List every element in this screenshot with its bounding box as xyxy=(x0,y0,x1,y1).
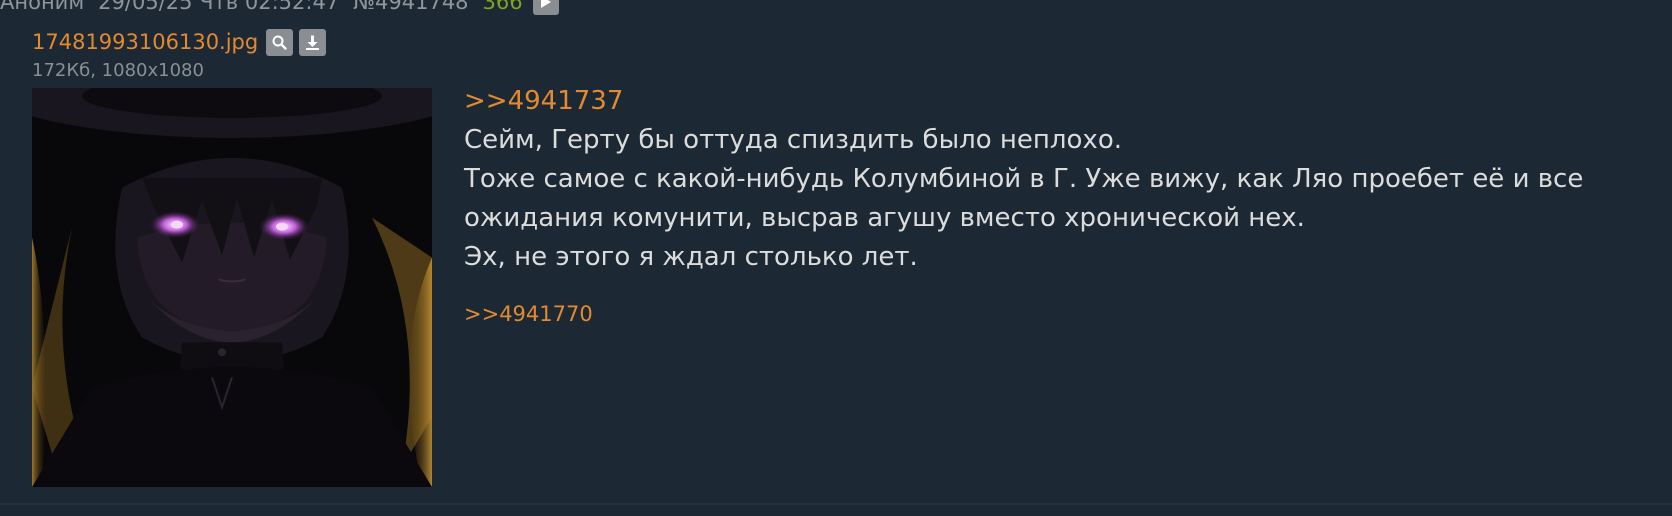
file-name-link[interactable]: 17481993106130.jpg xyxy=(32,30,258,54)
post-divider xyxy=(0,503,1672,505)
post-message: >>4941737 Сейм, Герту бы оттуда спиздить… xyxy=(464,82,1654,329)
backlink[interactable]: >>4941770 xyxy=(464,302,593,326)
message-line: Тоже самое с какой-нибудь Колумбиной в Г… xyxy=(464,164,1584,233)
post-reply-index: 366 xyxy=(482,0,523,14)
play-icon xyxy=(540,0,551,8)
backlinks: >>4941770 xyxy=(464,299,1654,329)
post-header: Аноним 29/05/25 Чтв 02:52:47 №4941748 36… xyxy=(0,0,559,16)
file-row: 17481993106130.jpg xyxy=(32,27,332,57)
anime-girl-illustration xyxy=(32,88,432,487)
search-icon xyxy=(272,35,287,50)
post-number[interactable]: №4941748 xyxy=(353,0,468,14)
file-meta: 172Кб, 1080x1080 xyxy=(32,60,204,81)
download-button[interactable] xyxy=(299,28,327,56)
message-line: Эх, не этого я ждал столько лет. xyxy=(464,242,918,272)
download-icon xyxy=(306,35,320,50)
message-line: Сейм, Герту бы оттуда спиздить было непл… xyxy=(464,125,1122,155)
image-search-button[interactable] xyxy=(266,28,294,56)
play-button[interactable] xyxy=(532,0,559,15)
post-image-thumbnail[interactable] xyxy=(32,88,432,487)
post-author: Аноним xyxy=(0,0,85,14)
reply-to-link[interactable]: >>4941737 xyxy=(464,82,623,121)
post-date: 29/05/25 Чтв 02:52:47 xyxy=(98,0,340,14)
